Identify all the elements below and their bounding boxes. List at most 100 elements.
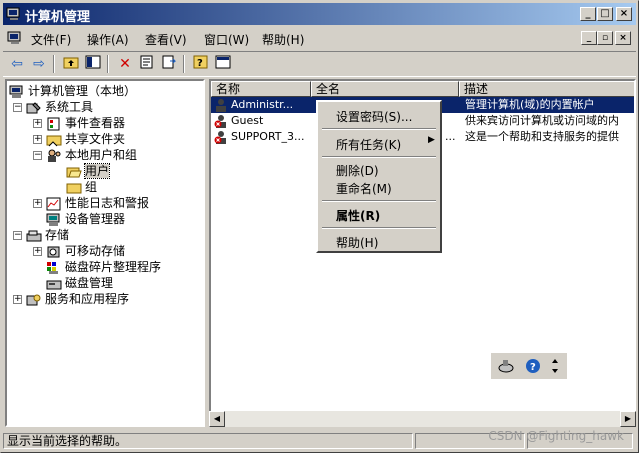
window-title: 计算机管理 bbox=[25, 10, 91, 25]
tree-node-groups[interactable]: 组 bbox=[66, 179, 97, 195]
cell-description: 这是一个帮助和支持服务的提供 bbox=[465, 130, 619, 143]
help-circle-icon[interactable]: ? bbox=[525, 358, 541, 374]
cell-fullname: ... bbox=[445, 130, 456, 143]
tree-node-disk-management[interactable]: 磁盘管理 bbox=[46, 275, 113, 291]
properties-icon[interactable] bbox=[137, 55, 157, 73]
back-arrow-icon[interactable]: ⇦ bbox=[7, 55, 27, 73]
column-header-fullname[interactable]: 全名 bbox=[311, 81, 459, 97]
expand-toggle[interactable]: + bbox=[33, 119, 42, 128]
help-icon[interactable]: ? bbox=[191, 55, 211, 73]
menu-item-properties[interactable]: 属性(R) bbox=[336, 207, 380, 224]
shared-folder-icon bbox=[46, 135, 62, 146]
cell-name: Administr... bbox=[231, 98, 294, 111]
svg-text:?: ? bbox=[530, 362, 536, 373]
tree-node-removable-storage[interactable]: + 可移动存储 bbox=[33, 243, 125, 259]
menu-action[interactable]: 操作(A) bbox=[87, 31, 129, 48]
tree-node-performance-logs[interactable]: + 性能日志和警报 bbox=[33, 195, 149, 211]
close-button[interactable]: × bbox=[616, 7, 632, 21]
menu-bar: 文件(F) 操作(A) 查看(V) 窗口(W) 帮助(H) _ ▫ × bbox=[3, 27, 636, 49]
title-bar[interactable]: 计算机管理 _ □ × bbox=[3, 3, 636, 25]
context-menu: 设置密码(S)... 所有任务(K) ▶ 删除(D) 重命名(M) 属性(R) … bbox=[316, 100, 442, 253]
menu-view[interactable]: 查看(V) bbox=[145, 31, 187, 48]
menu-window[interactable]: 窗口(W) bbox=[204, 31, 249, 48]
menu-help[interactable]: 帮助(H) bbox=[262, 31, 304, 48]
menu-file[interactable]: 文件(F) bbox=[31, 31, 71, 48]
tree-node-system-tools[interactable]: − 系统工具 bbox=[13, 99, 93, 115]
tree-node-storage[interactable]: − 存储 bbox=[13, 227, 69, 243]
expand-toggle[interactable]: + bbox=[33, 199, 42, 208]
collapse-toggle[interactable]: − bbox=[33, 151, 42, 160]
child-close-button[interactable]: × bbox=[615, 31, 631, 45]
disabled-user-icon bbox=[214, 115, 226, 128]
child-restore-button[interactable]: ▫ bbox=[597, 31, 613, 45]
system-tools-icon bbox=[26, 101, 41, 113]
storage-icon bbox=[26, 230, 42, 241]
performance-icon bbox=[46, 197, 61, 210]
cell-name: SUPPORT_3... bbox=[231, 130, 305, 143]
tree-label: 事件查看器 bbox=[65, 116, 126, 130]
show-hide-tree-icon[interactable] bbox=[83, 55, 103, 73]
defragmenter-icon bbox=[47, 261, 58, 274]
tree-label: 磁盘碎片整理程序 bbox=[65, 260, 162, 274]
cell-name: Guest bbox=[231, 114, 264, 127]
tree-node-local-users-groups[interactable]: − 本地用户和组 bbox=[33, 147, 137, 163]
tree-node-shared-folders[interactable]: + 共享文件夹 bbox=[33, 131, 125, 147]
scroll-left-button[interactable]: ◀ bbox=[209, 411, 225, 427]
tree-node-device-manager[interactable]: 设备管理器 bbox=[46, 211, 125, 227]
menu-item-rename[interactable]: 重命名(M) bbox=[336, 180, 392, 197]
tree-node-services-applications[interactable]: + 服务和应用程序 bbox=[13, 291, 129, 307]
cell-description: 供来宾访问计算机或访问域的内 bbox=[465, 114, 619, 127]
expand-toggle[interactable]: + bbox=[13, 295, 22, 304]
open-folder-icon bbox=[66, 167, 82, 177]
menu-item-all-tasks[interactable]: 所有任务(K) bbox=[336, 136, 401, 153]
tree-label: 本地用户和组 bbox=[65, 148, 138, 162]
tree-label: 可移动存储 bbox=[65, 244, 126, 258]
watermark-text: CSDN @Fighting_hawk bbox=[488, 429, 624, 443]
tree-node-event-viewer[interactable]: + 事件查看器 bbox=[33, 115, 125, 131]
up-folder-icon[interactable] bbox=[61, 55, 81, 73]
column-header-description[interactable]: 描述 bbox=[459, 81, 634, 97]
disk-management-icon bbox=[46, 280, 62, 289]
tree-node-computer-management[interactable]: 计算机管理（本地） bbox=[9, 83, 136, 99]
forward-arrow-icon[interactable]: ⇨ bbox=[29, 55, 49, 73]
expand-toggle[interactable]: + bbox=[33, 135, 42, 144]
menu-item-help[interactable]: 帮助(H) bbox=[336, 234, 378, 251]
maximize-button[interactable]: □ bbox=[597, 7, 613, 21]
description-bar-icon[interactable] bbox=[213, 55, 233, 73]
spin-arrows-icon[interactable] bbox=[551, 357, 559, 375]
tree-label: 计算机管理（本地） bbox=[28, 84, 137, 98]
menu-separator bbox=[322, 200, 436, 202]
console-tree[interactable]: 计算机管理（本地） − 系统工具 + 事件查看器 + 共享文件夹 − 本地用户和组 用户… bbox=[5, 79, 205, 427]
scroll-right-button[interactable]: ▶ bbox=[620, 411, 636, 427]
tree-label: 性能日志和警报 bbox=[65, 196, 150, 210]
users-groups-icon bbox=[48, 149, 61, 162]
refresh-export-icon[interactable] bbox=[159, 55, 179, 73]
column-header-name[interactable]: 名称 bbox=[211, 81, 311, 97]
minimize-button[interactable]: _ bbox=[580, 7, 596, 21]
mmc-system-menu-icon[interactable] bbox=[7, 30, 23, 46]
menu-separator bbox=[322, 227, 436, 229]
removable-storage-icon bbox=[47, 246, 60, 257]
services-icon bbox=[26, 294, 41, 305]
tree-label-selected: 用户 bbox=[83, 163, 111, 179]
tree-label: 设备管理器 bbox=[65, 212, 126, 226]
tree-node-disk-defragmenter[interactable]: 磁盘碎片整理程序 bbox=[46, 259, 161, 275]
expand-toggle[interactable]: + bbox=[33, 247, 42, 256]
horizontal-scrollbar[interactable]: ◀ ▶ bbox=[209, 411, 636, 427]
toolbar-separator bbox=[107, 55, 109, 73]
tree-node-users[interactable]: 用户 bbox=[66, 163, 111, 179]
tree-label: 服务和应用程序 bbox=[45, 292, 130, 306]
menu-separator bbox=[322, 128, 436, 130]
delete-icon[interactable]: ✕ bbox=[115, 55, 135, 73]
tree-label: 组 bbox=[85, 180, 98, 194]
menu-item-delete[interactable]: 删除(D) bbox=[336, 162, 379, 179]
submenu-arrow-icon: ▶ bbox=[428, 135, 435, 145]
device-manager-icon bbox=[46, 213, 60, 226]
collapse-toggle[interactable]: − bbox=[13, 103, 22, 112]
tree-label: 共享文件夹 bbox=[65, 132, 126, 146]
child-minimize-button[interactable]: _ bbox=[581, 31, 597, 45]
menu-item-set-password[interactable]: 设置密码(S)... bbox=[336, 108, 412, 125]
drive-icon[interactable] bbox=[497, 358, 515, 374]
disabled-user-icon bbox=[214, 131, 226, 144]
collapse-toggle[interactable]: − bbox=[13, 231, 22, 240]
